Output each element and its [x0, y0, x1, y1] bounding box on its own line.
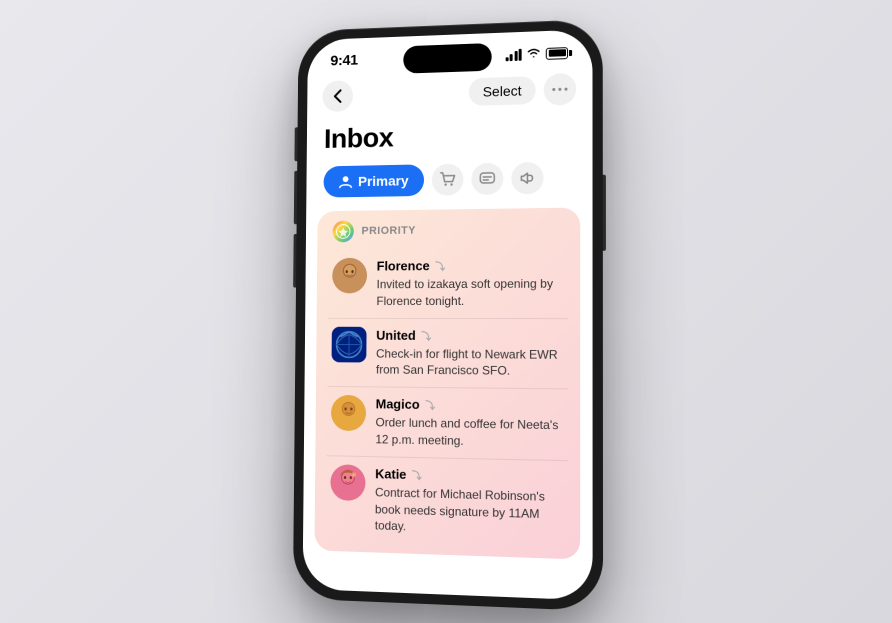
dynamic-island: [403, 42, 491, 73]
email-item-united[interactable]: United ⤵ Check-in for flight to Newark E…: [327, 318, 567, 389]
tab-shopping[interactable]: [432, 163, 464, 195]
avatar-united: [332, 326, 367, 362]
status-time: 9:41: [330, 51, 358, 68]
battery-icon: [546, 46, 568, 59]
signal-icon: [505, 48, 522, 60]
priority-card: PRIORITY: [314, 207, 580, 559]
power-button[interactable]: [603, 174, 606, 250]
volume-down-button[interactable]: [293, 233, 296, 287]
email-sender-katie: Katie ⤵: [375, 465, 424, 481]
email-preview-florence: Invited to izakaya soft opening by Flore…: [376, 275, 563, 309]
email-item-katie[interactable]: Katie ⤵ Contract for Michael Robinson's …: [326, 455, 568, 548]
page-title: Inbox: [307, 112, 593, 166]
siri-suggest-icon-2: ⤵: [421, 331, 431, 342]
email-preview-united: Check-in for flight to Newark EWR from S…: [376, 345, 564, 380]
person-icon: [339, 174, 353, 188]
phone-screen: 9:41: [303, 29, 593, 600]
email-sender-florence: Florence ⤵: [377, 258, 447, 273]
tab-primary-label: Primary: [358, 172, 409, 189]
chat-icon: [479, 170, 495, 186]
email-content-magico: Magico ⤵ Order lunch and coffee for Neet…: [375, 395, 563, 451]
tab-messages[interactable]: [471, 162, 503, 194]
email-preview-magico: Order lunch and coffee for Neeta's 12 p.…: [375, 414, 563, 451]
priority-label: PRIORITY: [361, 224, 415, 236]
email-item-magico[interactable]: Magico ⤵ Order lunch and coffee for Neet…: [327, 387, 568, 461]
siri-suggest-icon-3: ⤵: [425, 401, 435, 412]
avatar-florence: [332, 257, 367, 293]
tab-promotions[interactable]: [511, 161, 543, 194]
nav-right-actions: Select: [469, 72, 576, 107]
megaphone-icon: [519, 170, 535, 186]
email-item-florence[interactable]: Florence ⤵ Invited to izakaya soft openi…: [328, 248, 568, 319]
status-icons: [505, 45, 568, 62]
phone-frame: 9:41: [293, 18, 603, 610]
email-content-united: United ⤵ Check-in for flight to Newark E…: [376, 326, 564, 380]
select-button[interactable]: Select: [469, 76, 536, 106]
siri-suggest-icon-4: ⤵: [412, 470, 422, 481]
email-sender-magico: Magico ⤵: [376, 396, 437, 412]
wifi-icon: [527, 46, 541, 61]
category-tabs: Primary: [306, 160, 592, 211]
priority-icon: [333, 220, 354, 242]
tab-primary[interactable]: Primary: [323, 164, 424, 197]
priority-header: PRIORITY: [329, 217, 568, 242]
volume-up-button[interactable]: [294, 170, 297, 223]
siri-suggest-icon-1: ⤵: [435, 262, 445, 273]
email-preview-katie: Contract for Michael Robinson's book nee…: [375, 484, 564, 541]
scene: 9:41: [0, 0, 892, 623]
email-content-florence: Florence ⤵ Invited to izakaya soft openi…: [376, 256, 563, 309]
email-content-katie: Katie ⤵ Contract for Michael Robinson's …: [375, 464, 564, 540]
cart-icon: [440, 171, 456, 187]
back-button[interactable]: [322, 80, 353, 112]
more-button[interactable]: [544, 72, 576, 105]
email-sender-united: United ⤵: [376, 327, 433, 342]
avatar-katie: [330, 464, 365, 501]
avatar-magico: [331, 395, 366, 431]
